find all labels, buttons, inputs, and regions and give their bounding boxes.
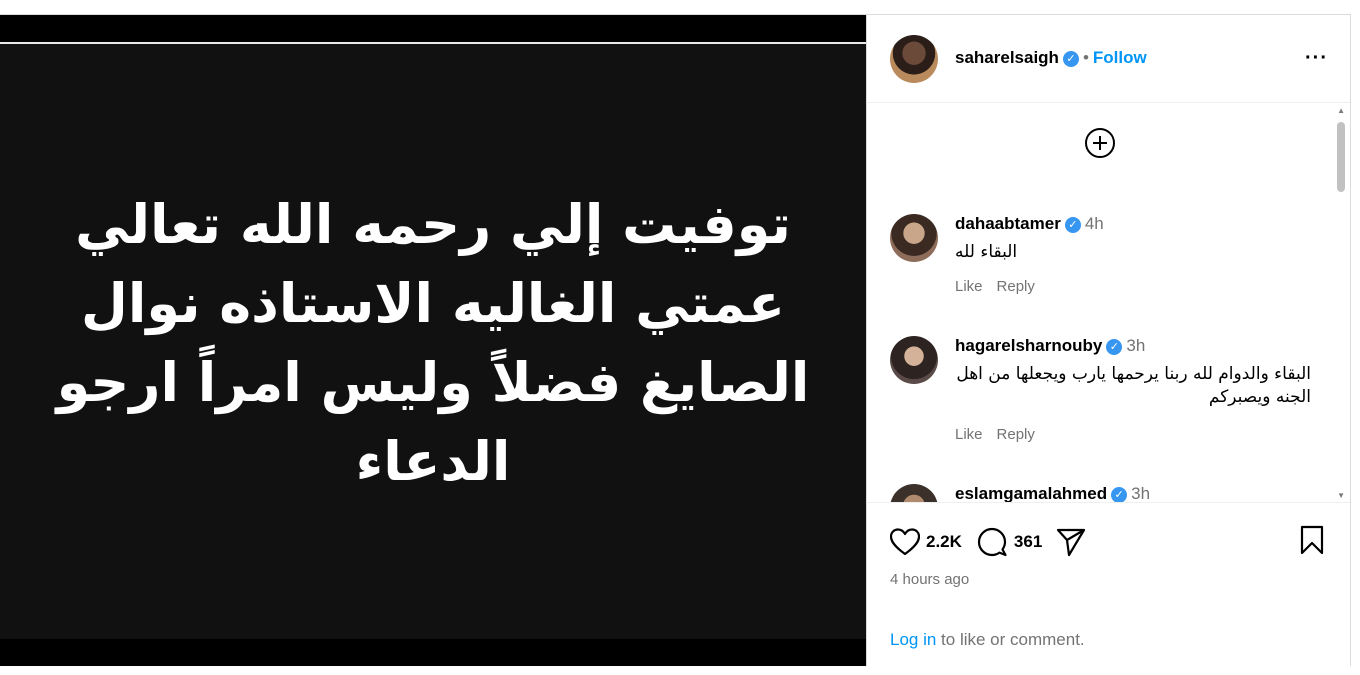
comment-header: eslamgamalahmed ✓ 3h: [955, 484, 1150, 502]
comment-time[interactable]: 3h: [1131, 484, 1150, 502]
share-icon: [1057, 528, 1086, 557]
share-button[interactable]: [1056, 527, 1086, 557]
comment-time[interactable]: 3h: [1126, 336, 1145, 355]
comment-item: eslamgamalahmed ✓ 3h: [890, 484, 1330, 502]
media-top-band: [0, 15, 866, 42]
comment-item: dahaabtamer ✓ 4h البقاء لله Like Reply: [890, 214, 1330, 304]
comment-text: البقاء لله: [955, 242, 1018, 262]
media-bottom-band: [0, 639, 866, 666]
comments-scrollbar[interactable]: ▲ ▼: [1336, 104, 1348, 502]
comment-header: hagarelsharnouby ✓ 3h: [955, 336, 1145, 356]
post-header: saharelsaigh ✓ • Follow ···: [867, 15, 1350, 103]
post-timestamp[interactable]: 4 hours ago: [890, 571, 969, 588]
verified-badge-icon: ✓: [1111, 486, 1128, 502]
comment-like-button[interactable]: Like: [955, 426, 983, 443]
post-footer: 2.2K 361 4 hours ago Log in to like or c…: [867, 502, 1350, 666]
commenter-username[interactable]: hagarelsharnouby: [955, 336, 1102, 355]
comment-header: dahaabtamer ✓ 4h: [955, 214, 1104, 234]
action-bar: 2.2K 361: [890, 525, 1100, 559]
comment-actions: Like Reply: [955, 278, 1049, 295]
likes-count: 2.2K: [926, 532, 962, 551]
login-link[interactable]: Log in: [890, 630, 936, 649]
instagram-post: توفيت إلي رحمه الله تعالي عمتي الغاليه ا…: [0, 14, 1351, 666]
save-button[interactable]: [1299, 525, 1325, 560]
scroll-up-arrow-icon[interactable]: ▲: [1337, 106, 1345, 115]
login-prompt-text: to like or comment.: [936, 630, 1085, 649]
commenter-username[interactable]: eslamgamalahmed: [955, 484, 1107, 502]
comment-actions: Like Reply: [955, 426, 1049, 443]
commenter-avatar[interactable]: [890, 336, 938, 384]
media-top-line: [0, 42, 866, 44]
author-avatar[interactable]: [890, 35, 938, 83]
like-button[interactable]: 2.2K: [890, 528, 962, 556]
commenter-avatar[interactable]: [890, 484, 938, 502]
separator-dot: •: [1082, 48, 1089, 67]
author-line: saharelsaigh ✓ • Follow: [955, 48, 1147, 68]
scroll-thumb[interactable]: [1337, 122, 1345, 192]
login-prompt: Log in to like or comment.: [890, 630, 1085, 650]
post-sidebar: saharelsaigh ✓ • Follow ··· dahaabtamer ✓ 4h …: [866, 15, 1350, 666]
author-username[interactable]: saharelsaigh: [955, 48, 1059, 67]
comment-reply-button[interactable]: Reply: [997, 426, 1035, 443]
comment-text: البقاء والدوام لله ربنا يرحمها يارب ويجع…: [956, 364, 1311, 407]
comment-like-button[interactable]: Like: [955, 278, 983, 295]
verified-badge-icon: ✓: [1062, 50, 1079, 67]
plus-circle-icon[interactable]: [1085, 128, 1115, 158]
scroll-down-arrow-icon[interactable]: ▼: [1337, 491, 1345, 500]
follow-button[interactable]: Follow: [1093, 48, 1147, 67]
bookmark-icon: [1300, 525, 1324, 555]
post-media[interactable]: توفيت إلي رحمه الله تعالي عمتي الغاليه ا…: [0, 15, 866, 666]
media-text: توفيت إلي رحمه الله تعالي عمتي الغاليه ا…: [56, 193, 810, 493]
commenter-avatar[interactable]: [890, 214, 938, 262]
commenter-username[interactable]: dahaabtamer: [955, 214, 1061, 233]
verified-badge-icon: ✓: [1106, 338, 1123, 355]
heart-icon: [890, 528, 920, 556]
comment-reply-button[interactable]: Reply: [997, 278, 1035, 295]
comments-count: 361: [1013, 532, 1043, 551]
comment-item: hagarelsharnouby ✓ 3h البقاء والدوام لله ر…: [890, 336, 1330, 456]
more-options-icon[interactable]: ···: [1305, 47, 1328, 70]
comment-time[interactable]: 4h: [1085, 214, 1104, 233]
comment-button[interactable]: 361: [976, 527, 1042, 557]
verified-badge-icon: ✓: [1064, 216, 1081, 233]
comment-icon: [977, 527, 1007, 557]
comments-list[interactable]: dahaabtamer ✓ 4h البقاء لله Like Reply haga…: [867, 104, 1350, 502]
